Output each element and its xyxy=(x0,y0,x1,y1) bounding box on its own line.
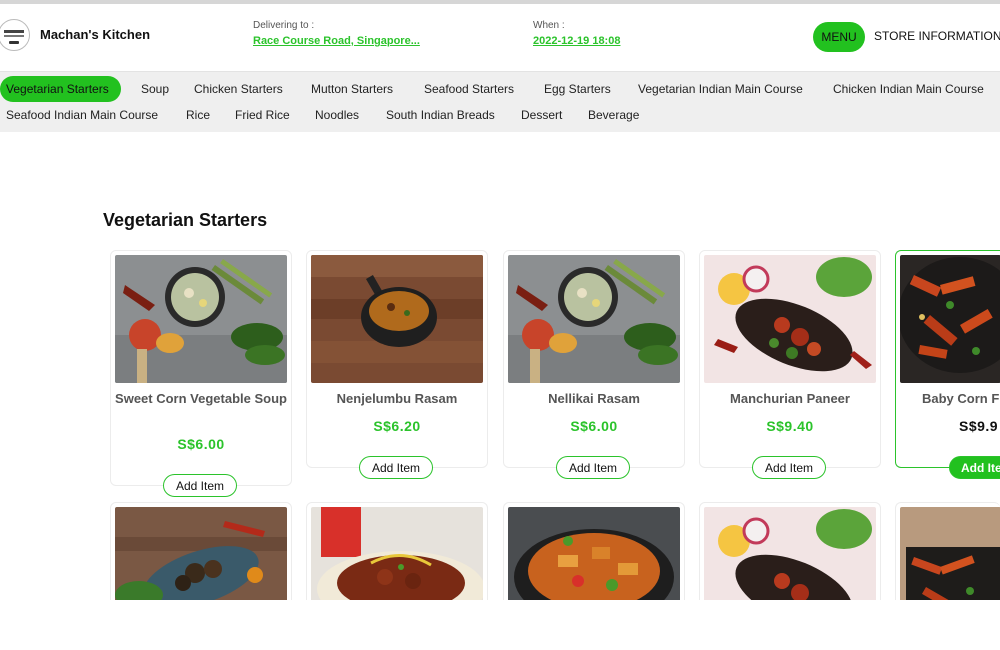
category-soup[interactable]: Soup xyxy=(141,76,169,102)
item-image-soup xyxy=(508,255,680,383)
item-price: S$9.9 xyxy=(959,418,999,434)
item-image-manchurian xyxy=(704,255,876,383)
brand-logo[interactable] xyxy=(0,19,30,51)
item-price: S$6.00 xyxy=(570,418,618,434)
when-label: When : xyxy=(533,20,565,31)
item-image-chilli-dish xyxy=(311,507,483,600)
menu-button[interactable]: MENU xyxy=(813,22,865,52)
item-price: S$6.00 xyxy=(177,436,225,452)
when-datetime-link[interactable]: 2022-12-19 18:08 xyxy=(533,35,620,47)
item-image-soup xyxy=(115,255,287,383)
add-item-button[interactable]: Add Item xyxy=(556,456,630,479)
delivering-address-link[interactable]: Race Course Road, Singapore... xyxy=(253,35,420,47)
delivering-label: Delivering to : xyxy=(253,20,315,31)
add-item-button[interactable]: Add Item xyxy=(359,456,433,479)
category-rice[interactable]: Rice xyxy=(186,102,210,128)
menu-item-card[interactable] xyxy=(110,502,292,600)
item-name: Manchurian Paneer xyxy=(730,391,850,406)
menu-item-card[interactable] xyxy=(503,502,685,600)
menu-item-card[interactable]: Nenjelumbu Rasam S$6.20 Add Item xyxy=(306,250,488,479)
brand-name[interactable]: Machan's Kitchen xyxy=(40,27,150,42)
item-image-stir-fry-bowl xyxy=(508,507,680,600)
menu-row-2 xyxy=(0,502,1000,600)
item-name: Nenjelumbu Rasam xyxy=(336,391,458,406)
category-south-indian-breads[interactable]: South Indian Breads xyxy=(386,102,495,128)
menu-item-card[interactable] xyxy=(895,502,1000,600)
category-vegetarian-starters[interactable]: Vegetarian Starters xyxy=(0,76,121,102)
category-chicken-starters[interactable]: Chicken Starters xyxy=(194,76,283,102)
item-image-rasam-bowl xyxy=(311,255,483,383)
category-nav: Vegetarian Starters Soup Chicken Starter… xyxy=(0,72,1000,132)
menu-item-card[interactable]: Nellikai Rasam S$6.00 Add Item xyxy=(503,250,685,479)
category-mutton-starters[interactable]: Mutton Starters xyxy=(311,76,393,102)
item-image-pepper-dish xyxy=(115,507,287,600)
category-beverage[interactable]: Beverage xyxy=(588,102,639,128)
category-vegetarian-indian-main-course[interactable]: Vegetarian Indian Main Course xyxy=(638,76,803,102)
category-fried-rice[interactable]: Fried Rice xyxy=(235,102,290,128)
add-item-button[interactable]: Add Item xyxy=(752,456,826,479)
item-image-baby-corn xyxy=(900,255,1000,383)
header: Machan's Kitchen Delivering to : Race Co… xyxy=(0,4,1000,72)
category-seafood-indian-main-course[interactable]: Seafood Indian Main Course xyxy=(6,102,158,128)
item-image-manchurian xyxy=(704,507,876,600)
category-noodles[interactable]: Noodles xyxy=(315,102,359,128)
menu-item-card[interactable] xyxy=(306,502,488,600)
item-price: S$6.20 xyxy=(373,418,421,434)
item-price: S$9.40 xyxy=(766,418,814,434)
menu-item-card-selected[interactable]: Baby Corn F S$9.9 Add Ite xyxy=(895,250,1000,479)
item-name: Sweet Corn Vegetable Soup xyxy=(115,391,287,406)
category-seafood-starters[interactable]: Seafood Starters xyxy=(424,76,514,102)
item-name: Baby Corn F xyxy=(922,391,1000,406)
item-name: Nellikai Rasam xyxy=(548,391,640,406)
menu-item-card[interactable]: Manchurian Paneer S$9.40 Add Item xyxy=(699,250,881,479)
menu-item-card[interactable]: Sweet Corn Vegetable Soup S$6.00 Add Ite… xyxy=(110,250,292,497)
item-image-tray-dish xyxy=(900,507,1000,600)
category-chicken-indian-main-course[interactable]: Chicken Indian Main Course xyxy=(833,76,984,102)
section-title: Vegetarian Starters xyxy=(103,210,268,230)
add-item-button[interactable]: Add Item xyxy=(163,474,237,497)
category-egg-starters[interactable]: Egg Starters xyxy=(544,76,611,102)
menu-item-card[interactable] xyxy=(699,502,881,600)
add-item-button[interactable]: Add Ite xyxy=(949,456,1000,479)
store-information-link[interactable]: STORE INFORMATION xyxy=(874,29,1000,43)
category-dessert[interactable]: Dessert xyxy=(521,102,562,128)
